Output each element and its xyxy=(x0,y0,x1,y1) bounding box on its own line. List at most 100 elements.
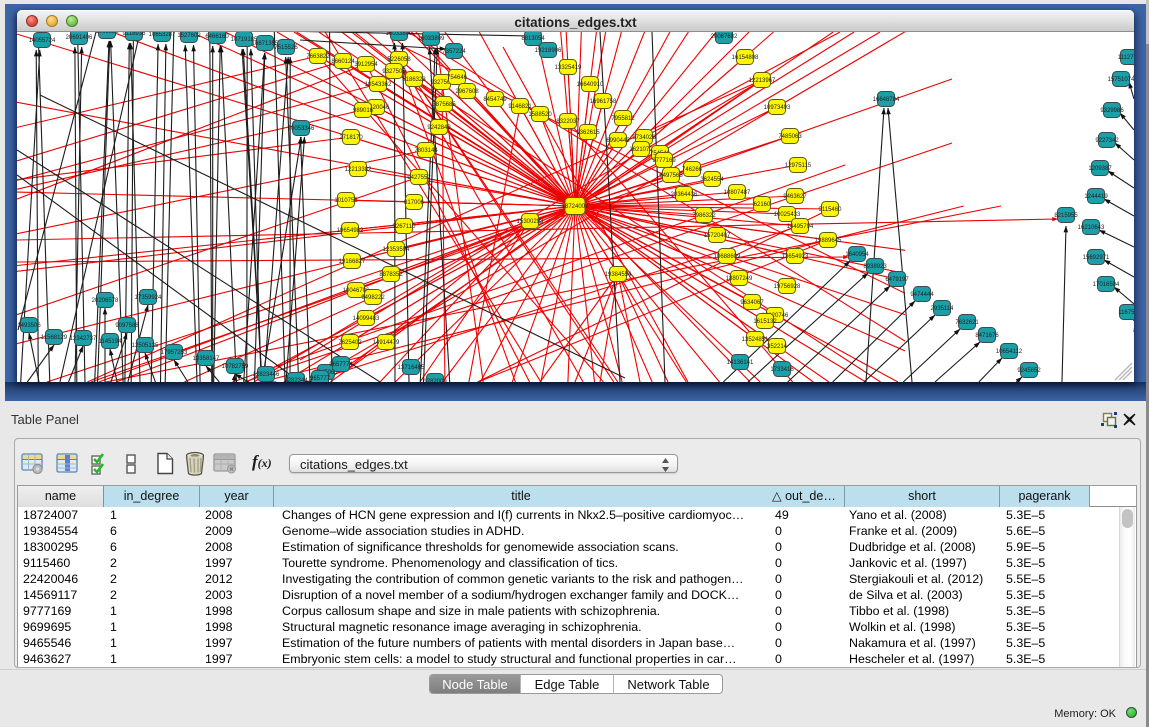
svg-text:16210643: 16210643 xyxy=(1078,225,1105,231)
svg-text:19218906: 19218906 xyxy=(535,48,562,54)
svg-text:20053346: 20053346 xyxy=(288,126,315,132)
svg-text:20206578: 20206578 xyxy=(92,298,119,304)
svg-text:19384554: 19384554 xyxy=(605,272,632,278)
svg-text:14495794: 14495794 xyxy=(787,224,814,230)
svg-text:18807249: 18807249 xyxy=(726,276,753,282)
svg-text:9242848: 9242848 xyxy=(427,125,451,131)
svg-text:9097588: 9097588 xyxy=(115,323,139,329)
svg-text:20364436: 20364436 xyxy=(671,192,698,198)
svg-text:352214: 352214 xyxy=(767,344,788,350)
svg-text:20691406: 20691406 xyxy=(66,35,93,41)
svg-text:8471676: 8471676 xyxy=(975,333,999,339)
svg-text:10358147: 10358147 xyxy=(193,356,220,362)
svg-text:16961758: 16961758 xyxy=(590,99,617,105)
svg-text:746266: 746266 xyxy=(682,167,703,173)
svg-text:15720407: 15720407 xyxy=(704,233,731,239)
svg-text:8938923: 8938923 xyxy=(863,264,887,270)
svg-text:3875685: 3875685 xyxy=(432,102,456,108)
svg-text:1282000: 1282000 xyxy=(423,379,447,382)
svg-text:13716485: 13716485 xyxy=(398,365,425,371)
svg-text:16640910: 16640910 xyxy=(577,82,604,88)
svg-text:62160: 62160 xyxy=(754,202,771,208)
svg-text:15300293: 15300293 xyxy=(517,219,544,225)
svg-text:8322037: 8322037 xyxy=(556,119,580,125)
svg-text:12975115: 12975115 xyxy=(785,163,812,169)
svg-text:16033809: 16033809 xyxy=(418,36,445,42)
svg-text:7357224: 7357224 xyxy=(442,49,466,55)
svg-text:7515526: 7515526 xyxy=(274,45,298,51)
svg-text:11568129: 11568129 xyxy=(41,335,68,341)
svg-text:18724007: 18724007 xyxy=(562,204,589,210)
svg-text:9634067: 9634067 xyxy=(740,300,764,306)
svg-text:12353594: 12353594 xyxy=(383,247,410,253)
svg-text:6466160: 6466160 xyxy=(205,34,229,40)
svg-text:1615132: 1615132 xyxy=(753,319,777,325)
svg-text:16648784: 16648784 xyxy=(873,97,900,103)
svg-text:19889645: 19889645 xyxy=(815,238,842,244)
svg-text:6990443: 6990443 xyxy=(606,138,630,144)
svg-text:6479197: 6479197 xyxy=(885,277,909,283)
svg-text:9245652: 9245652 xyxy=(1017,368,1041,374)
svg-text:1244419: 1244419 xyxy=(1084,194,1108,200)
svg-text:8878352: 8878352 xyxy=(379,272,403,278)
svg-text:8215955: 8215955 xyxy=(1054,213,1078,219)
svg-text:17359924: 17359924 xyxy=(135,295,162,301)
svg-text:12505135: 12505135 xyxy=(132,343,159,349)
svg-text:10688609: 10688609 xyxy=(714,254,741,260)
svg-text:9463627: 9463627 xyxy=(783,194,807,200)
svg-text:9777169: 9777169 xyxy=(652,158,676,164)
svg-text:1112776: 1112776 xyxy=(1118,55,1134,61)
svg-text:9327505: 9327505 xyxy=(382,69,406,75)
svg-text:1733416: 1733416 xyxy=(770,367,794,373)
svg-text:1493506: 1493506 xyxy=(17,323,41,329)
svg-text:19654982: 19654982 xyxy=(337,228,364,234)
svg-text:9498222: 9498222 xyxy=(361,295,385,301)
svg-text:2935114: 2935114 xyxy=(931,306,955,312)
svg-text:9657774: 9657774 xyxy=(329,362,353,368)
svg-text:12342737: 12342737 xyxy=(70,336,97,342)
svg-text:15692971: 15692971 xyxy=(1083,255,1110,261)
svg-text:10973493: 10973493 xyxy=(764,105,791,111)
svg-text:17016504: 17016504 xyxy=(1093,282,1120,288)
svg-text:13654923: 13654923 xyxy=(782,254,809,260)
svg-text:8813054: 8813054 xyxy=(521,36,545,42)
svg-text:20087682: 20087682 xyxy=(711,34,738,40)
svg-text:19756928: 19756928 xyxy=(774,284,801,290)
svg-text:14099483: 14099483 xyxy=(353,316,380,322)
svg-text:6497568: 6497568 xyxy=(659,173,683,179)
svg-text:1145194: 1145194 xyxy=(99,339,123,345)
svg-text:1065328: 1065328 xyxy=(95,32,119,35)
svg-text:1527602: 1527602 xyxy=(177,33,201,39)
svg-text:3624554: 3624554 xyxy=(700,177,724,183)
svg-text:8660124: 8660124 xyxy=(331,59,355,65)
svg-text:1588520: 1588520 xyxy=(528,112,552,118)
svg-text:9146821: 9146821 xyxy=(508,104,532,110)
svg-text:754646: 754646 xyxy=(447,75,468,81)
svg-text:7625402: 7625402 xyxy=(338,340,362,346)
svg-text:9227342: 9227342 xyxy=(1095,138,1119,144)
svg-text:7485063: 7485063 xyxy=(778,134,802,140)
svg-text:16033809: 16033809 xyxy=(386,32,413,37)
svg-text:19166827: 19166827 xyxy=(339,259,366,265)
svg-text:12213967: 12213967 xyxy=(749,78,776,84)
svg-text:817006: 817006 xyxy=(404,200,425,206)
svg-text:7663822: 7663822 xyxy=(306,54,330,60)
svg-text:12823446: 12823446 xyxy=(253,372,280,378)
svg-text:1010755: 1010755 xyxy=(334,198,358,204)
svg-text:13325419: 13325419 xyxy=(555,65,582,71)
svg-text:965777: 965777 xyxy=(310,376,331,382)
svg-text:14136141: 14136141 xyxy=(727,360,754,366)
svg-text:7632621: 7632621 xyxy=(955,320,979,326)
svg-text:989016: 989016 xyxy=(353,108,374,114)
svg-text:15751074: 15751074 xyxy=(1108,77,1134,83)
svg-text:14914479: 14914479 xyxy=(373,340,400,346)
svg-text:9115460: 9115460 xyxy=(819,207,843,213)
svg-text:14055724: 14055724 xyxy=(29,38,56,44)
svg-text:16154808: 16154808 xyxy=(732,55,759,61)
svg-text:9474444: 9474444 xyxy=(910,292,934,298)
svg-text:1282344: 1282344 xyxy=(284,378,308,382)
svg-text:8454749: 8454749 xyxy=(483,97,507,103)
svg-text:9118936: 9118936 xyxy=(123,32,147,37)
svg-text:12213382: 12213382 xyxy=(345,167,372,173)
svg-text:116753: 116753 xyxy=(1118,310,1134,316)
